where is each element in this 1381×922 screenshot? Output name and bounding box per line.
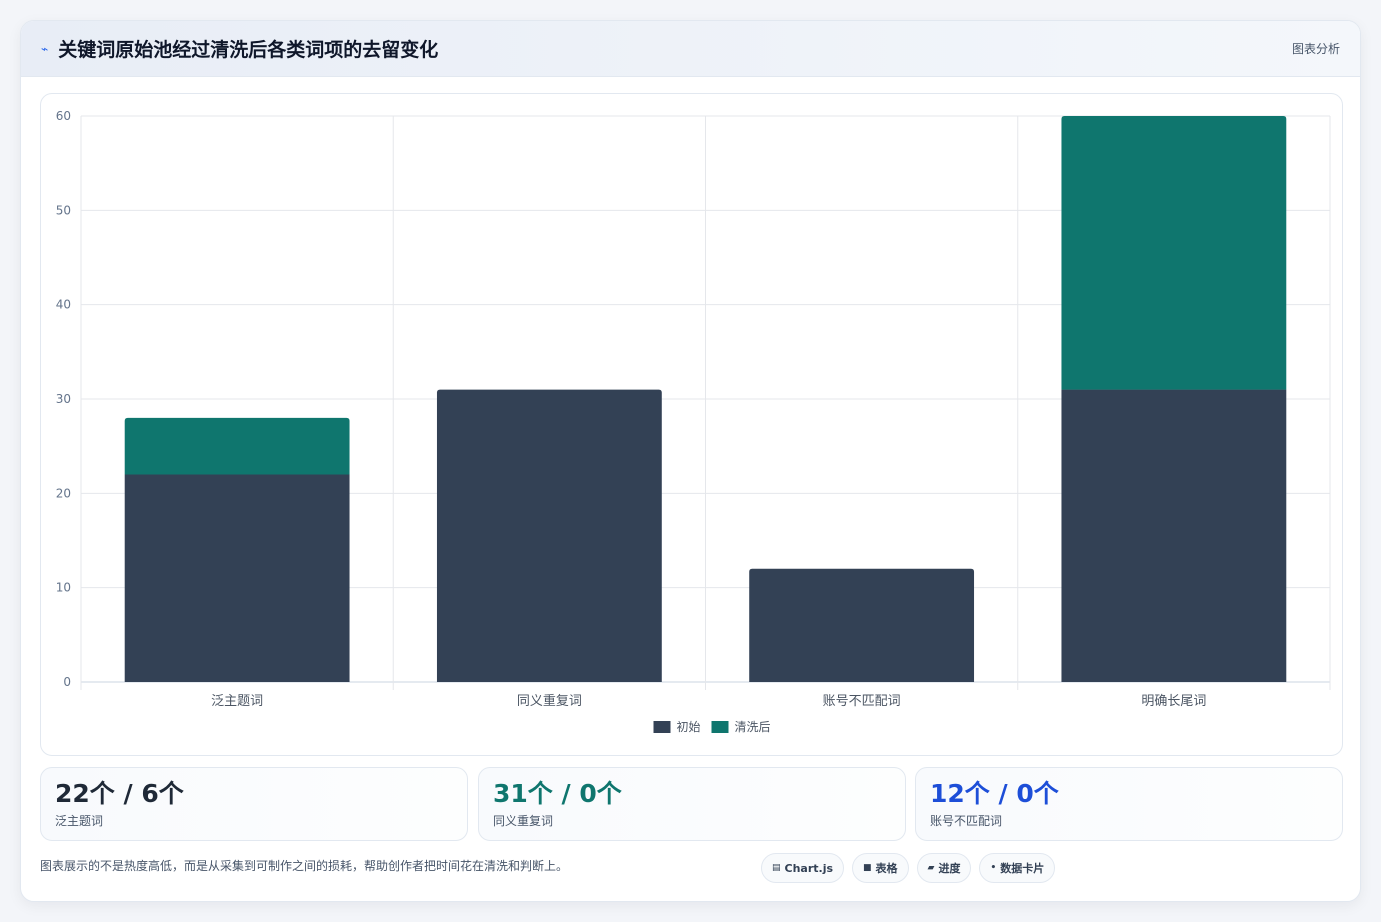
stat-value: 12个 / 0个 — [930, 779, 1059, 808]
chart-card: ⌁ 关键词原始池经过清洗后各类词项的去留变化 图表分析 0 10 20 30 40 50 6… — [20, 20, 1361, 902]
bar-chart: 0 10 20 30 40 50 60 泛主题词 同义重复词 账号不匹配词 明确长尾词初始 清洗后 — [56, 109, 1331, 734]
page-title: 关键词原始池经过清洗后各类词项的去留变化 — [58, 39, 439, 61]
stat-card-2: 12个 / 0个 账号不匹配词 — [915, 767, 1343, 841]
legend-label: 清洗后 — [735, 720, 771, 734]
legend-swatch — [711, 721, 729, 733]
stat-label: 泛主题词 — [55, 814, 104, 828]
stat-value: 22个 / 6个 — [55, 779, 184, 808]
x-tick-label: 泛主题词 — [211, 694, 263, 709]
bar-initial — [749, 568, 975, 682]
header-badge: 图表分析 — [1291, 42, 1340, 56]
tag-chartjs[interactable]: ▤ Chart.js — [761, 853, 845, 883]
footnote: 图表展示的不是热度高低，而是从采集到可制作之间的损耗，帮助创作者把时间花在清洗和… — [40, 859, 569, 873]
stat-value: 31个 / 0个 — [493, 779, 622, 808]
header-left: ⌁ 关键词原始池经过清洗后各类词项的去留变化 — [41, 35, 438, 62]
tag-label: 数据卡片 — [1000, 862, 1045, 875]
stat-label: 同义重复词 — [493, 814, 554, 828]
legend-label: 初始 — [677, 720, 701, 734]
tag-label: Chart.js — [784, 861, 834, 875]
bar-cleaned — [124, 417, 350, 475]
tag-label: 表格 — [875, 862, 898, 875]
card-icon: • — [990, 863, 997, 873]
table-icon: ■ — [863, 863, 872, 873]
tag-label: 进度 — [938, 862, 961, 875]
bar-initial — [124, 474, 350, 682]
x-tick-label: 同义重复词 — [517, 693, 582, 709]
chart-container: 0 10 20 30 40 50 60 泛主题词 同义重复词 账号不匹配词 明确长尾词初始 清洗后 — [40, 93, 1343, 756]
stat-label: 账号不匹配词 — [930, 814, 1003, 828]
y-tick-label: 30 — [56, 392, 71, 406]
card-header: ⌁ 关键词原始池经过清洗后各类词项的去留变化 图表分析 — [21, 21, 1360, 77]
tag-progress[interactable]: ▰ 进度 — [916, 853, 972, 883]
tag-list: ▤ Chart.js ■ 表格 ▰ 进度 • 数据卡片 — [761, 853, 1056, 883]
y-tick-label: 50 — [56, 203, 71, 217]
y-tick-label: 40 — [56, 298, 71, 312]
x-tick-label: 账号不匹配词 — [823, 694, 901, 709]
chart-line-icon: ⌁ — [41, 41, 49, 56]
progress-icon: ▰ — [927, 863, 935, 873]
tag-table[interactable]: ■ 表格 — [852, 853, 909, 883]
stat-card-0: 22个 / 6个 泛主题词 — [40, 767, 468, 841]
chart-icon: ▤ — [772, 863, 781, 873]
bar-cleaned — [1061, 116, 1287, 390]
y-tick-label: 60 — [56, 109, 71, 123]
tag-data-card[interactable]: • 数据卡片 — [979, 853, 1056, 883]
stat-card-1: 31个 / 0个 同义重复词 — [478, 767, 906, 841]
legend-swatch — [653, 721, 671, 733]
y-tick-label: 20 — [56, 486, 71, 500]
x-tick-label: 明确长尾词 — [1141, 694, 1206, 709]
bar-initial — [1061, 389, 1287, 682]
bar-initial — [436, 389, 662, 682]
y-tick-label: 10 — [56, 581, 71, 595]
y-tick-label: 0 — [63, 675, 71, 689]
